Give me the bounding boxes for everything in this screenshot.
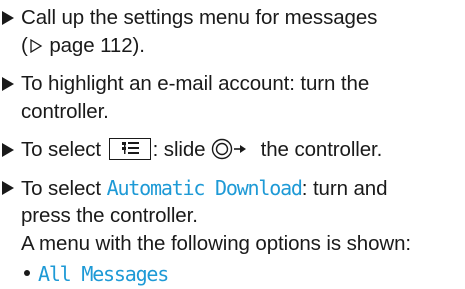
step-arrow-icon xyxy=(2,143,14,157)
automatic-download-option: Automatic Download xyxy=(106,176,303,200)
options-menu-key-icon xyxy=(108,138,151,160)
step-arrow-icon xyxy=(2,77,14,91)
bullet-icon xyxy=(24,270,30,276)
step-arrow-icon xyxy=(2,11,14,25)
page-ref-text: page 112). xyxy=(43,34,145,57)
step-1-page-ref: ( page 112). xyxy=(21,32,145,60)
page-reference-triangle-icon xyxy=(30,38,42,54)
step-3-suffix: the controller. xyxy=(255,138,383,161)
option-list-item: All Messages xyxy=(21,260,169,289)
controller-slide-right-icon xyxy=(211,138,255,160)
step-3-text: To select : slide the controller. xyxy=(21,136,382,164)
step-4-text-cont: press the controller. xyxy=(21,204,198,227)
page-ref-open: ( xyxy=(21,34,28,57)
manual-instructions: Call up the settings menu for messages (… xyxy=(0,0,465,286)
step-4-suffix: : turn and xyxy=(301,177,388,200)
step-3-middle: : slide xyxy=(152,138,212,161)
step-1-text: Call up the settings menu for messages xyxy=(21,6,378,29)
step-2-text-cont: controller. xyxy=(21,100,109,123)
step-4-result: A menu with the following options is sho… xyxy=(21,232,411,255)
step-4-text: To select Automatic Download: turn and xyxy=(21,174,387,203)
step-2-text: To highlight an e-mail account: turn the xyxy=(21,72,370,95)
step-arrow-icon xyxy=(2,181,14,195)
step-4-prefix: To select xyxy=(21,177,107,200)
step-3-prefix: To select xyxy=(21,138,107,161)
all-messages-option: All Messages xyxy=(38,262,169,286)
